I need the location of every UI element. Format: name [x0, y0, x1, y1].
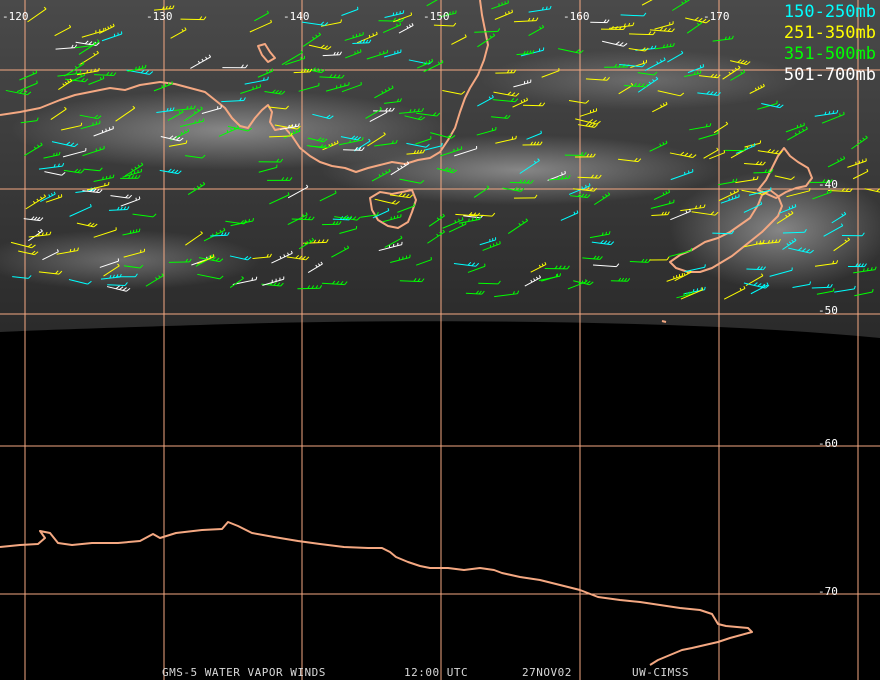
water-vapor-wind-map [0, 0, 880, 680]
pressure-legend: 150-250mb 251-350mb 351-500mb 501-700mb [784, 2, 876, 86]
footer-date: 27NOV02 [522, 666, 572, 679]
lat-label: -60 [818, 437, 838, 450]
lat-label: -70 [818, 585, 838, 598]
lon-label: -170 [703, 10, 730, 23]
legend-entry-251-350mb: 251-350mb [783, 23, 876, 43]
lon-label: -140 [283, 10, 310, 23]
image-footer: GMS-5 WATER VAPOR WINDS 12:00 UTC 27NOV0… [0, 666, 880, 680]
lon-label: -120 [2, 10, 29, 23]
legend-entry-150-250mb: 150-250mb [783, 2, 876, 22]
lat-label: -50 [818, 304, 838, 317]
island-dot [661, 320, 667, 323]
footer-time: 12:00 UTC [404, 666, 469, 679]
lon-label: -130 [146, 10, 173, 23]
lat-label: -40 [818, 178, 838, 191]
footer-source: UW-CIMSS [632, 666, 689, 679]
footer-product: GMS-5 WATER VAPOR WINDS [162, 666, 326, 679]
moisture-band [480, 50, 800, 110]
lon-label: -150 [423, 10, 450, 23]
lon-label: -160 [563, 10, 590, 23]
legend-entry-501-700mb: 501-700mb [783, 65, 876, 85]
legend-entry-351-500mb: 351-500mb [783, 44, 876, 64]
